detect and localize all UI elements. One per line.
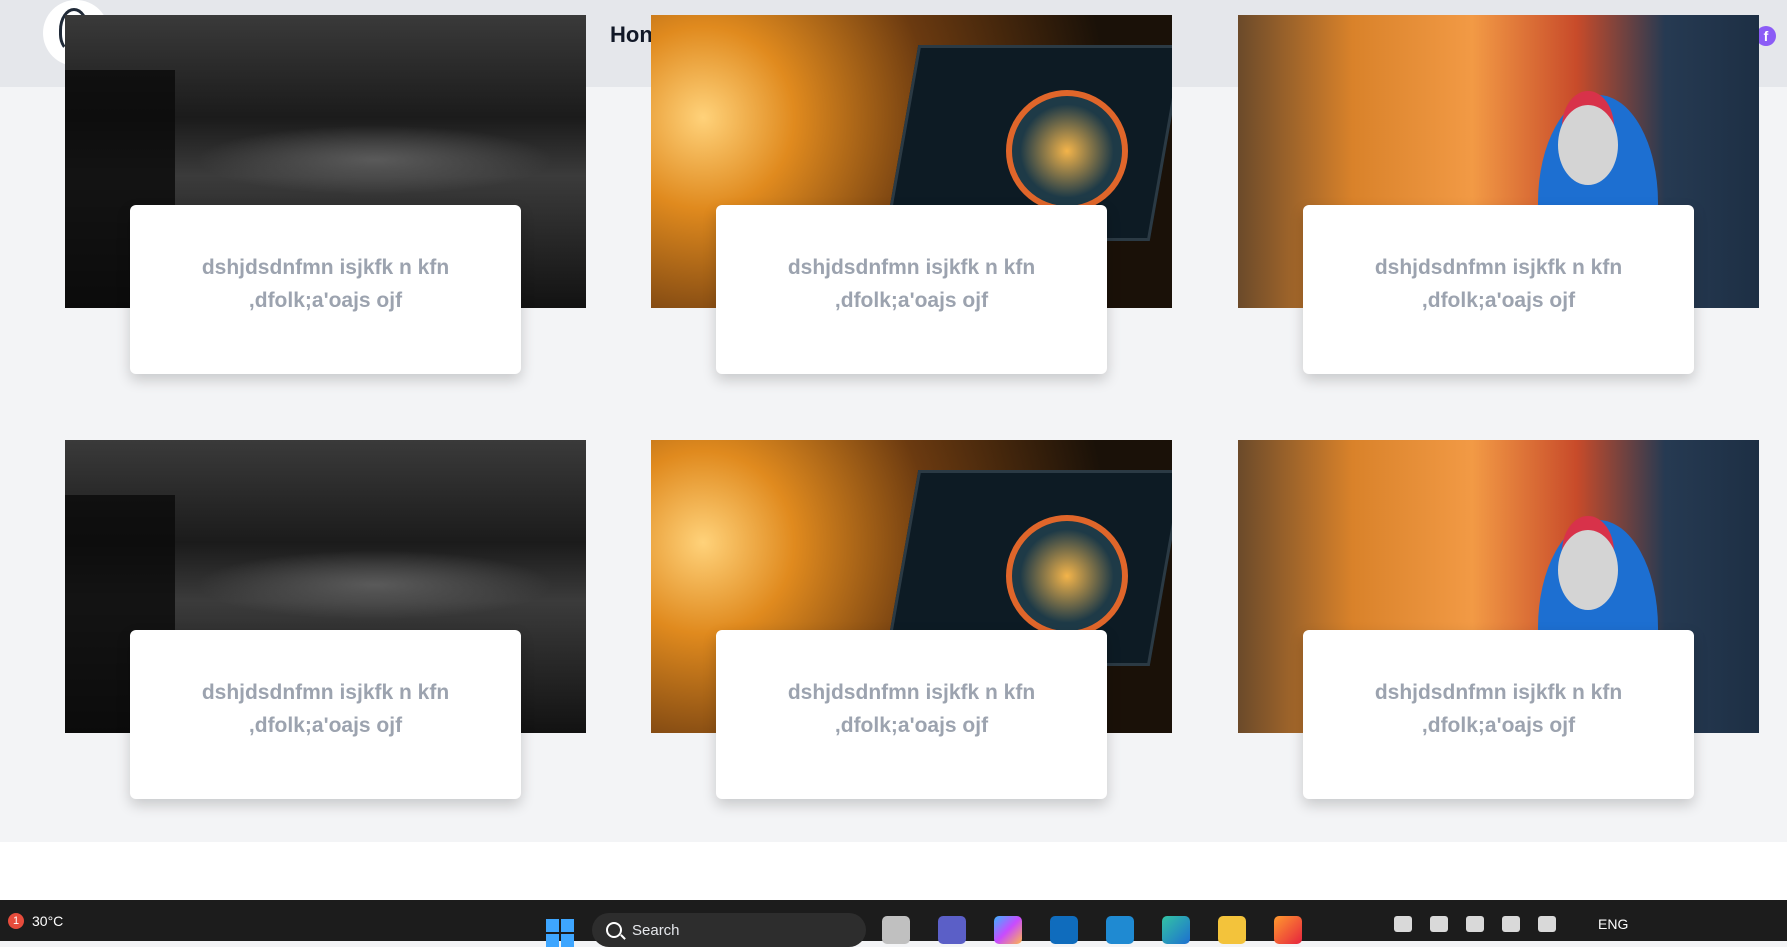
card-caption-box: dshjdsdnfmn isjkfk n kfn ,dfolk;a'oajs o…: [130, 205, 521, 374]
card-caption-box: dshjdsdnfmn isjkfk n kfn ,dfolk;a'oajs o…: [1303, 630, 1694, 799]
weather-temperature: 30°C: [32, 913, 64, 929]
vscode-icon[interactable]: [1106, 916, 1134, 944]
card-text: dshjdsdnfmn isjkfk n kfn ,dfolk;a'oajs o…: [1374, 681, 1623, 737]
card[interactable]: dshjdsdnfmn isjkfk n kfn ,dfolk;a'oajs o…: [1238, 440, 1759, 799]
taskbar-apps: [882, 916, 1302, 944]
outlook-icon[interactable]: [1050, 916, 1078, 944]
card-caption-box: dshjdsdnfmn isjkfk n kfn ,dfolk;a'oajs o…: [130, 630, 521, 799]
notification-badge: 1: [8, 913, 24, 929]
card[interactable]: dshjdsdnfmn isjkfk n kfn ,dfolk;a'oajs o…: [651, 15, 1172, 374]
search-placeholder: Search: [632, 921, 680, 939]
edge-icon[interactable]: [1162, 916, 1190, 944]
card[interactable]: dshjdsdnfmn isjkfk n kfn ,dfolk;a'oajs o…: [1238, 15, 1759, 374]
firefox-icon[interactable]: [1274, 916, 1302, 944]
card[interactable]: dshjdsdnfmn isjkfk n kfn ,dfolk;a'oajs o…: [65, 15, 586, 374]
card-text: dshjdsdnfmn isjkfk n kfn ,dfolk;a'oajs o…: [787, 681, 1036, 737]
card-text: dshjdsdnfmn isjkfk n kfn ,dfolk;a'oajs o…: [201, 256, 450, 312]
file-explorer-icon[interactable]: [882, 916, 910, 944]
card-caption-box: dshjdsdnfmn isjkfk n kfn ,dfolk;a'oajs o…: [1303, 205, 1694, 374]
language-indicator[interactable]: ENG: [1598, 916, 1628, 932]
system-tray: [1394, 916, 1556, 932]
facebook-icon[interactable]: f: [1756, 26, 1776, 46]
folder-icon[interactable]: [1218, 916, 1246, 944]
nav-home-link[interactable]: Hon: [610, 22, 653, 48]
card-caption-box: dshjdsdnfmn isjkfk n kfn ,dfolk;a'oajs o…: [716, 630, 1107, 799]
card-text: dshjdsdnfmn isjkfk n kfn ,dfolk;a'oajs o…: [201, 681, 450, 737]
card-text: dshjdsdnfmn isjkfk n kfn ,dfolk;a'oajs o…: [787, 256, 1036, 312]
taskbar-search[interactable]: Search: [592, 913, 866, 947]
weather-widget[interactable]: 1 30°C: [8, 913, 63, 929]
chevron-up-icon[interactable]: [1394, 916, 1412, 932]
copilot-icon[interactable]: [994, 916, 1022, 944]
display-icon[interactable]: [1538, 916, 1556, 932]
teams-icon[interactable]: [938, 916, 966, 944]
windows-start-icon[interactable]: [546, 919, 574, 947]
card[interactable]: dshjdsdnfmn isjkfk n kfn ,dfolk;a'oajs o…: [65, 440, 586, 799]
card-caption-box: dshjdsdnfmn isjkfk n kfn ,dfolk;a'oajs o…: [716, 205, 1107, 374]
card[interactable]: dshjdsdnfmn isjkfk n kfn ,dfolk;a'oajs o…: [651, 440, 1172, 799]
page-footer: [0, 842, 1787, 900]
tray-app-icon[interactable]: [1430, 916, 1448, 932]
keyboard-icon[interactable]: [1502, 916, 1520, 932]
card-text: dshjdsdnfmn isjkfk n kfn ,dfolk;a'oajs o…: [1374, 256, 1623, 312]
tray-app-icon[interactable]: [1466, 916, 1484, 932]
search-icon: [606, 922, 622, 938]
